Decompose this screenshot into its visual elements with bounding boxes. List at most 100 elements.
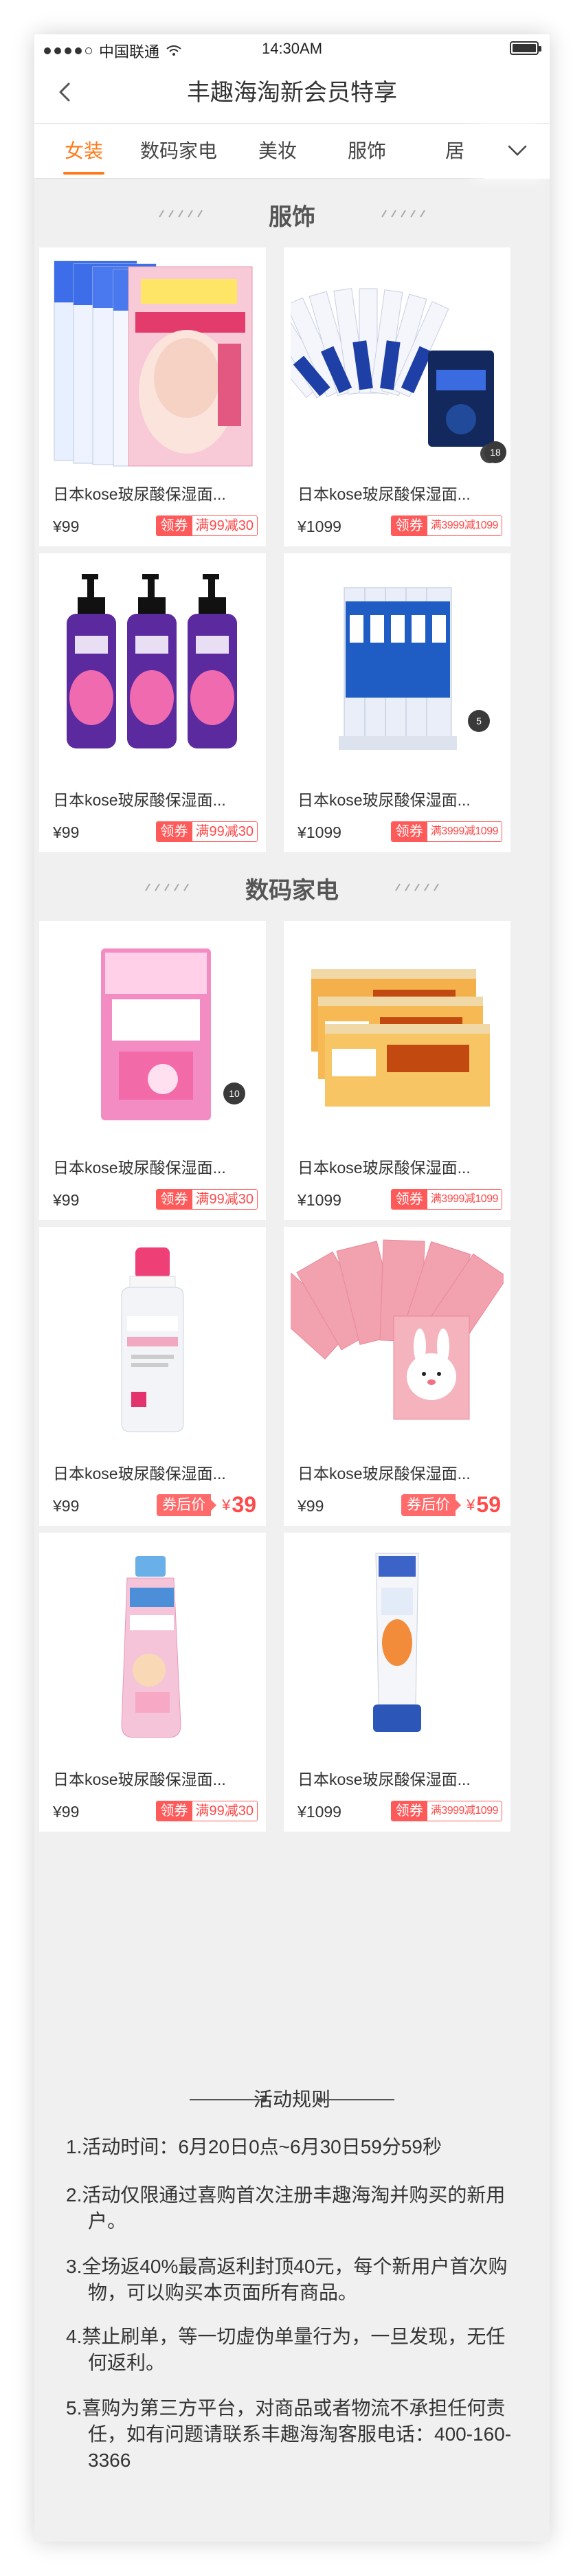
rule-item: 4.禁止刷单，等一切虚伪单量行为，一旦发现，无任何返利。 <box>66 2326 506 2373</box>
coupon-label: 领券 <box>391 1190 427 1209</box>
product-name: 日本kose玻尿酸保湿面... <box>297 1770 471 1788</box>
slash-decoration-icon <box>381 210 425 218</box>
currency-symbol: ¥ <box>222 1496 231 1513</box>
coupon-tag[interactable]: 领券 满3999减1099 <box>390 821 502 842</box>
coupon-label: 领券 <box>391 822 427 841</box>
product-name: 日本kose玻尿酸保湿面... <box>297 1159 471 1177</box>
rules-title: 活动规则 <box>253 2089 330 2110</box>
tab-apparel[interactable]: 服饰 <box>345 124 389 179</box>
product-card[interactable]: 日本kose玻尿酸保湿面... ¥99 领券 满99减30 <box>39 247 266 546</box>
product-image <box>291 1239 504 1420</box>
product-price: ¥1099 <box>297 1803 341 1821</box>
product-price: ¥1099 <box>297 823 341 841</box>
product-name: 日本kose玻尿酸保湿面... <box>53 1159 226 1177</box>
product-name: 日本kose玻尿酸保湿面... <box>53 485 226 503</box>
product-name: 日本kose玻尿酸保湿面... <box>53 1770 226 1788</box>
product-name: 日本kose玻尿酸保湿面... <box>297 791 471 809</box>
coupon-label: 领券 <box>391 516 427 535</box>
after-coupon-label: 券后价 <box>401 1494 462 1516</box>
after-coupon-value: 39 <box>232 1492 256 1517</box>
coupon-tag[interactable]: 领券 满3999减1099 <box>390 515 502 536</box>
section-title: 数码家电 <box>245 878 339 904</box>
coupon-tag[interactable]: 领券 满3999减1099 <box>390 1801 502 1821</box>
tab-beauty[interactable]: 美妆 <box>256 124 300 179</box>
product-image <box>121 1247 184 1432</box>
coupon-label: 领券 <box>391 1801 427 1821</box>
product-name: 日本kose玻尿酸保湿面... <box>53 1465 226 1483</box>
product-card[interactable]: 日本kose玻尿酸保湿面... ¥99 领券 满99减30 <box>39 553 266 852</box>
coupon-value: 满99减30 <box>192 516 257 535</box>
tab-digital[interactable]: 数码家电 <box>136 124 221 179</box>
tab-women[interactable]: 女装 <box>63 124 104 179</box>
section-header: 数码家电 <box>34 852 550 921</box>
divider <box>317 2097 394 2102</box>
product-price: ¥99 <box>53 1191 80 1209</box>
rule-item: 1.活动时间：6月20日0点~6月30日59分59秒 <box>66 2136 442 2157</box>
category-tabs: 女装 数码家电 美妆 服饰 居 <box>34 124 550 179</box>
coupon-value: 满3999减1099 <box>427 822 502 841</box>
product-card[interactable]: 日本kose玻尿酸保湿面... ¥1099 领券 满3999减1099 <box>284 921 510 1220</box>
product-image <box>339 587 457 750</box>
status-bar: 中国联通 14:30AM <box>34 34 550 62</box>
count-badge: 18 <box>484 441 506 463</box>
product-image <box>373 1553 421 1732</box>
coupon-tag[interactable]: 领券 满99减30 <box>155 821 258 842</box>
activity-rules: 活动规则 1.活动时间：6月20日0点~6月30日59分59秒 2.活动仅限通过… <box>34 2065 550 2542</box>
after-coupon-price: 券后价 ¥ 39 <box>157 1492 256 1518</box>
product-card[interactable]: 18 日本kose玻尿酸保湿面... ¥1099 领券 满3999减1099 <box>284 247 510 546</box>
product-image <box>121 1556 181 1738</box>
section-header: 服饰 <box>34 179 550 247</box>
product-price: ¥99 <box>53 1497 80 1515</box>
page-title: 丰趣海淘新会员特享 <box>187 80 397 106</box>
product-price: ¥99 <box>53 1803 80 1821</box>
product-price: ¥99 <box>297 1497 324 1515</box>
after-coupon-value: 59 <box>476 1492 501 1517</box>
phone-frame: 中国联通 14:30AM 丰趣海淘新会员特享 女装 数码家电 美妆 服饰 居 服… <box>34 34 550 2542</box>
product-image <box>101 948 211 1120</box>
rule-item: 5.喜购为第三方平台，对商品或者物流不承担任何责任，如有问题请联系丰趣海淘客服电… <box>66 2397 512 2471</box>
coupon-value: 满3999减1099 <box>427 1190 502 1209</box>
coupon-tag[interactable]: 领券 满99减30 <box>155 1189 258 1210</box>
product-card[interactable]: 日本kose玻尿酸保湿面... ¥99 券后价 ¥ 59 <box>284 1227 510 1526</box>
slash-decoration-icon <box>395 883 439 891</box>
after-coupon-price: 券后价 ¥ 59 <box>401 1492 501 1518</box>
battery-icon <box>510 41 541 55</box>
after-coupon-label: 券后价 <box>157 1494 217 1516</box>
coupon-value: 满99减30 <box>192 1190 257 1209</box>
tab-home[interactable]: 居 <box>434 124 474 179</box>
rules-title-row: 活动规则 <box>34 2086 550 2113</box>
section-title: 服饰 <box>269 204 315 230</box>
count-badge: 10 <box>223 1082 245 1104</box>
coupon-value: 满3999减1099 <box>427 516 502 535</box>
coupon-tag[interactable]: 领券 满3999减1099 <box>390 1189 502 1210</box>
product-image <box>291 288 499 463</box>
product-image <box>311 969 490 1107</box>
product-name: 日本kose玻尿酸保湿面... <box>297 1465 471 1483</box>
product-card[interactable]: 日本kose玻尿酸保湿面... ¥1099 领券 满3999减1099 <box>284 1533 510 1832</box>
product-name: 日本kose玻尿酸保湿面... <box>297 485 471 503</box>
coupon-tag[interactable]: 领券 满99减30 <box>155 1801 258 1821</box>
tab-expand-button[interactable] <box>484 124 550 179</box>
product-card[interactable]: 日本kose玻尿酸保湿面... ¥99 领券 满99减30 <box>39 1533 266 1832</box>
product-image <box>54 260 253 467</box>
product-card[interactable]: 5 日本kose玻尿酸保湿面... ¥1099 领券 满3999减1099 <box>284 553 510 852</box>
product-card[interactable]: 10 日本kose玻尿酸保湿面... ¥99 领券 满99减30 <box>39 921 266 1220</box>
rule-item: 3.全场返40%最高返利封顶40元，每个新用户首次购物，可以购买本页面所有商品。 <box>66 2256 508 2303</box>
coupon-tag[interactable]: 领券 满99减30 <box>155 515 258 536</box>
product-card[interactable]: 日本kose玻尿酸保湿面... ¥99 券后价 ¥ 39 <box>39 1227 266 1526</box>
chevron-down-icon <box>508 145 527 156</box>
rule-item: 2.活动仅限通过喜购首次注册丰趣海淘并购买的新用户。 <box>66 2184 506 2232</box>
coupon-label: 领券 <box>156 1801 192 1821</box>
nav-bar: 丰趣海淘新会员特享 <box>34 62 550 124</box>
product-price: ¥99 <box>53 518 80 535</box>
coupon-label: 领券 <box>156 516 192 535</box>
coupon-value: 满99减30 <box>192 1801 257 1821</box>
product-name: 日本kose玻尿酸保湿面... <box>53 791 226 809</box>
currency-symbol: ¥ <box>467 1496 475 1513</box>
product-price: ¥1099 <box>297 518 341 535</box>
coupon-label: 领券 <box>156 822 192 841</box>
count-badge: 5 <box>468 710 490 732</box>
coupon-value: 满99减30 <box>192 822 257 841</box>
coupon-value: 满3999减1099 <box>427 1801 502 1821</box>
product-image <box>67 574 237 748</box>
